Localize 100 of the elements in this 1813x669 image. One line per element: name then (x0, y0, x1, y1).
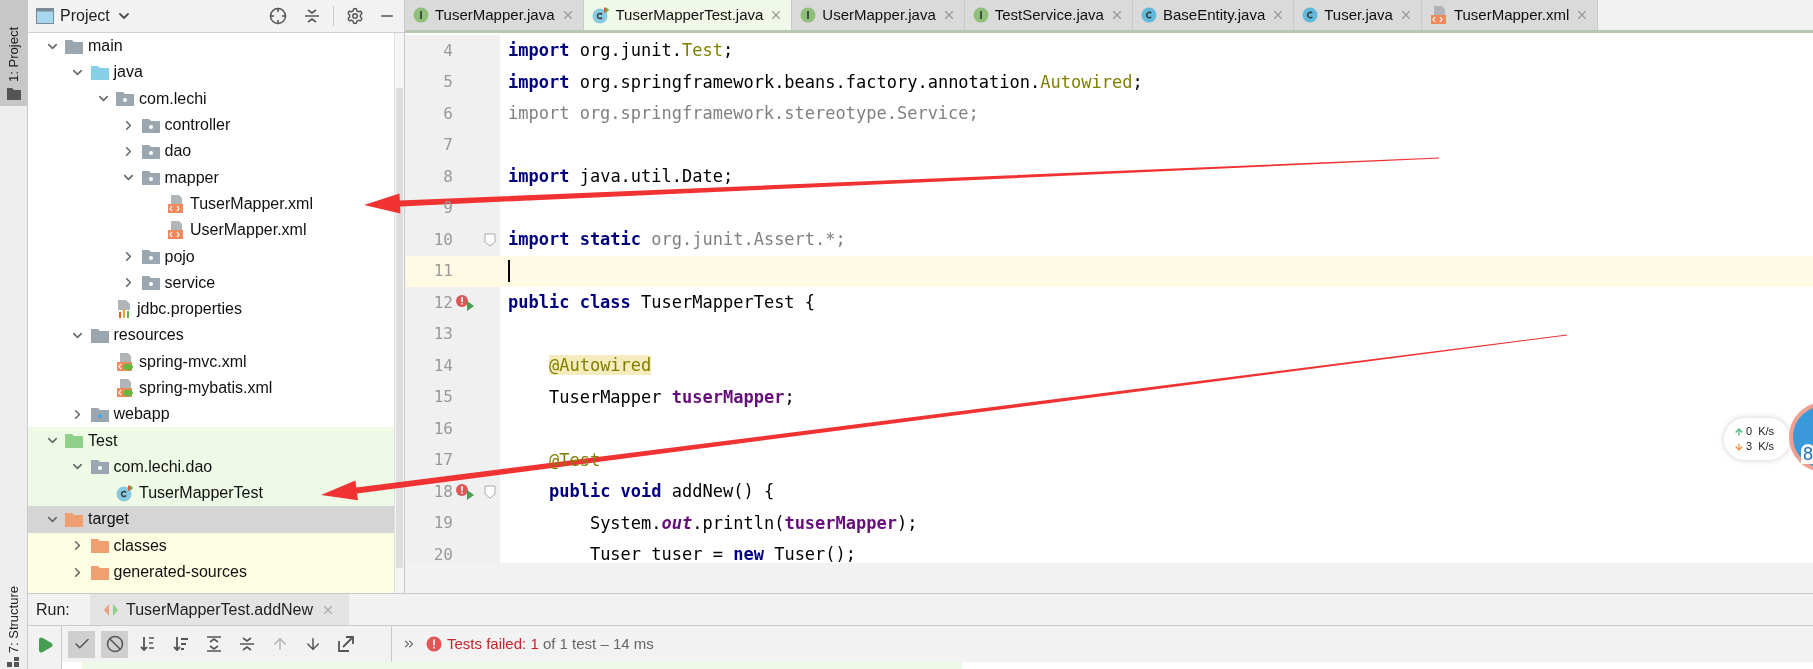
locate-icon[interactable] (269, 7, 287, 25)
code-line: public void addNew() { (547, 480, 775, 503)
line-number: 12 (432, 291, 453, 314)
tree-item[interactable]: main (28, 33, 394, 60)
code-line: System.out.println(tuserMapper); (588, 511, 918, 535)
tree-item[interactable]: spring-mybatis.xml (28, 374, 394, 402)
spring-xml-file-icon (116, 379, 134, 397)
folder-icon (90, 564, 109, 580)
package-folder-icon (141, 249, 160, 264)
panel-title[interactable]: Project (60, 4, 110, 28)
upload-speed: 0 K/s (1746, 424, 1775, 439)
editor-tab[interactable]: TuserMapper.xml (1421, 0, 1599, 30)
code-line: Tuser tuser = new Tuser(); (588, 543, 857, 563)
tree-item[interactable]: webapp (28, 401, 394, 428)
run-config-icon (104, 602, 118, 617)
tree-item[interactable]: controller (28, 111, 394, 139)
tree-item[interactable]: jdbc.properties (28, 295, 394, 323)
folder-icon (90, 538, 109, 554)
editor-tab[interactable]: TuserMapperTest.java (583, 0, 793, 30)
tree-item[interactable]: com.lechi.dao (28, 453, 394, 481)
fold-marker-icon[interactable] (483, 484, 496, 499)
package-folder-icon (141, 143, 160, 159)
text-caret (508, 260, 510, 283)
interface-icon (972, 7, 989, 23)
line-number: 11 (432, 260, 453, 283)
run-tab[interactable]: TuserMapperTest.addNew (90, 594, 350, 625)
line-number: 8 (442, 165, 453, 188)
line-number: 7 (442, 134, 453, 157)
line-number: 17 (432, 449, 453, 472)
toolbar-button[interactable] (68, 630, 95, 658)
tree-item[interactable]: TuserMapperTest (28, 480, 394, 507)
tree-item[interactable]: resources (28, 322, 394, 349)
line-number: 18 (432, 480, 453, 503)
line-number: 15 (432, 386, 453, 409)
expand-all-icon (204, 635, 223, 653)
line-number: 9 (442, 197, 453, 220)
folder-icon (65, 38, 83, 54)
collapse-icon[interactable] (303, 7, 321, 25)
tree-item[interactable]: mapper (28, 164, 394, 191)
spring-xml-file-icon (116, 352, 134, 371)
folder-icon (65, 512, 83, 527)
editor-tab[interactable]: TestService.java (964, 0, 1133, 30)
download-arrow-icon (1734, 441, 1744, 452)
run-label: Run: (36, 599, 71, 620)
tree-item[interactable]: dao (28, 138, 394, 165)
structure-icon (6, 657, 21, 667)
download-speed: 3 K/s (1746, 439, 1775, 454)
editor-tab[interactable]: Tuser.java (1294, 0, 1422, 30)
tree-item[interactable]: Test (28, 427, 394, 454)
package-folder-icon (141, 170, 160, 186)
code-line: import org.junit.Test; (508, 39, 734, 62)
code-line: import static org.junit.Assert.*; (508, 228, 846, 251)
class-icon (1140, 7, 1157, 23)
sort-alpha-icon (138, 635, 157, 653)
properties-file-icon (116, 300, 132, 319)
line-number: 14 (432, 354, 453, 377)
interface-icon (413, 7, 429, 23)
package-folder-icon (141, 117, 160, 133)
settings-icon[interactable] (346, 7, 364, 25)
test-class-icon (116, 484, 134, 503)
error-icon (426, 636, 442, 652)
folder-icon (65, 433, 83, 449)
structure-stripe-button[interactable]: 7: Structure (0, 585, 28, 669)
tree-item[interactable]: com.lechi (28, 85, 394, 112)
xml-file-icon (1429, 6, 1448, 24)
line-number: 19 (432, 512, 453, 535)
code-line: import org.springframework.beans.factory.annotation.Autowired; (508, 70, 1143, 94)
tree-item[interactable]: service (28, 269, 394, 296)
interface-icon (800, 7, 817, 23)
editor-tab[interactable]: BaseEntity.java (1132, 0, 1295, 30)
sort-duration-icon (171, 635, 190, 653)
folder-icon (90, 64, 109, 80)
more-icon[interactable] (402, 637, 416, 651)
package-folder-icon (90, 459, 109, 475)
fold-marker-icon[interactable] (483, 232, 496, 247)
tree-item[interactable]: TuserMapper.xml (28, 190, 394, 218)
test-class-icon (591, 6, 610, 24)
tree-item[interactable]: java (28, 59, 394, 86)
line-number: 5 (442, 71, 453, 94)
toolbar-button[interactable] (101, 630, 128, 658)
code-line: TuserMapper tuserMapper; (547, 385, 795, 409)
ignored-icon (105, 635, 124, 653)
line-number: 20 (432, 543, 453, 563)
editor-tab[interactable]: UserMapper.java (792, 0, 965, 30)
window-icon (36, 8, 54, 24)
collapse-all-icon (237, 635, 256, 653)
folder-icon (6, 88, 21, 100)
tree-item[interactable]: target (28, 506, 394, 533)
line-number: 6 (442, 102, 453, 125)
editor-tab[interactable]: TuserMapper.java (405, 0, 584, 30)
package-folder-icon (116, 91, 134, 107)
xml-file-icon (167, 221, 185, 240)
tree-item[interactable]: UserMapper.xml (28, 217, 394, 244)
folder-icon (90, 327, 109, 343)
code-line: import java.util.Date; (508, 165, 734, 188)
project-stripe-button[interactable]: 1: Project (0, 0, 28, 106)
export-icon (336, 635, 355, 653)
tree-item[interactable]: pojo (28, 243, 394, 270)
scrollbar[interactable] (394, 33, 404, 593)
tree-item[interactable]: spring-mvc.xml (28, 348, 394, 375)
